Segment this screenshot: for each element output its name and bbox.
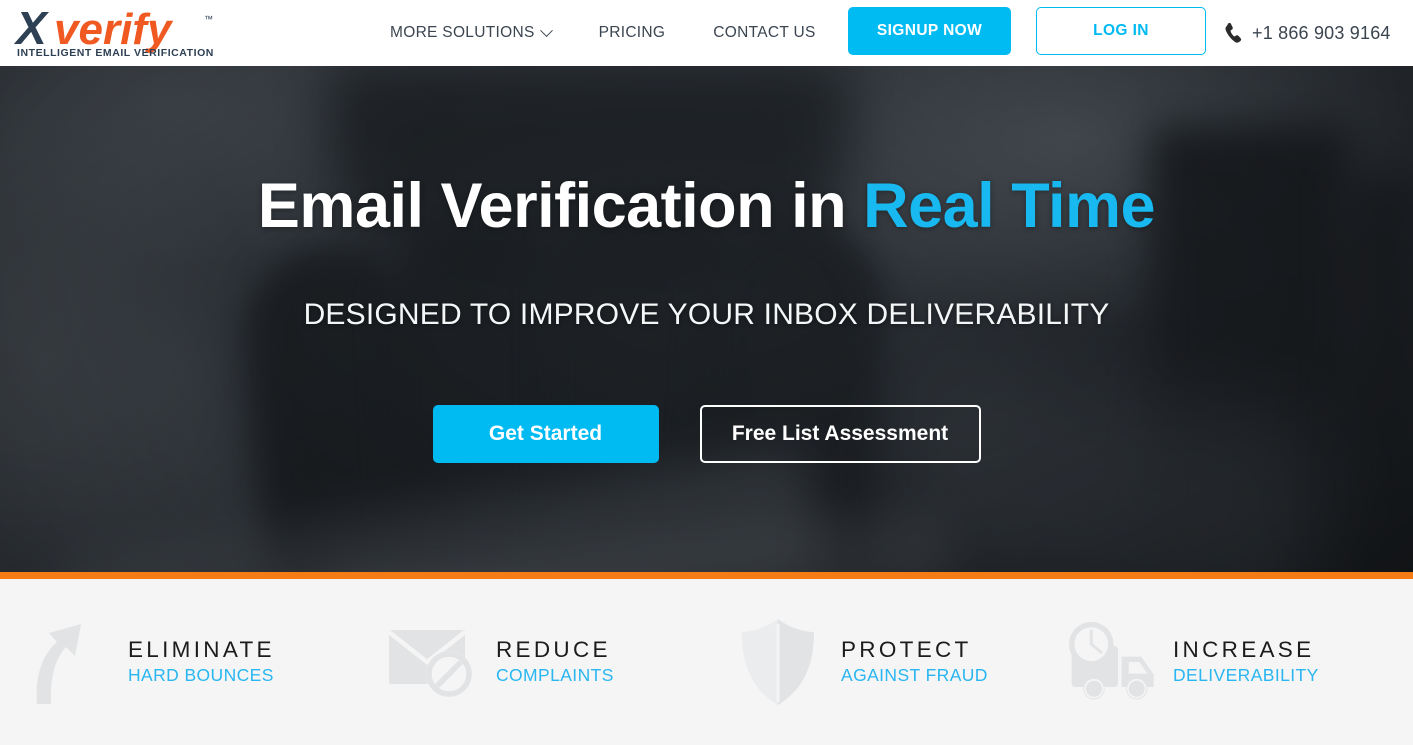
- feature-text: INCREASE DELIVERABILITY: [1173, 637, 1319, 686]
- feature-text: ELIMINATE HARD BOUNCES: [128, 637, 275, 686]
- free-list-assessment-button[interactable]: Free List Assessment: [699, 405, 981, 464]
- signup-now-button[interactable]: SIGNUP NOW: [848, 7, 1011, 55]
- feature-strip: ELIMINATE HARD BOUNCES REDUCE COMPLAINTS: [0, 579, 1413, 745]
- nav-item-more-solutions[interactable]: MORE SOLUTIONS: [390, 23, 553, 42]
- feature-title: REDUCE: [496, 637, 611, 663]
- hero-cta-group: Get Started Free List Assessment: [432, 405, 981, 464]
- feature-text: REDUCE COMPLAINTS: [496, 637, 614, 686]
- nav-item-pricing[interactable]: PRICING: [599, 24, 666, 42]
- site-header: X verify ™ INTELLIGENT EMAIL VERIFICATIO…: [0, 0, 1413, 66]
- feature-item-protect: PROTECT AGAINST FRAUD: [729, 614, 1061, 710]
- phone-number: +1 866 903 9164: [1252, 22, 1391, 43]
- main-nav: MORE SOLUTIONS PRICING CONTACT US: [390, 0, 816, 66]
- feature-title: INCREASE: [1173, 637, 1315, 663]
- xverify-logo: X verify ™ INTELLIGENT EMAIL VERIFICATIO…: [13, 4, 214, 59]
- feature-item-reduce: REDUCE COMPLAINTS: [384, 614, 729, 710]
- envelope-blocked-icon: [384, 614, 482, 710]
- orange-divider: [0, 572, 1413, 579]
- hero-title-accent: Real Time: [863, 171, 1156, 241]
- chevron-down-icon: [539, 23, 553, 37]
- nav-label-pricing: PRICING: [598, 24, 666, 41]
- log-in-button[interactable]: LOG IN: [1036, 7, 1206, 55]
- feature-title: PROTECT: [841, 637, 972, 663]
- nav-label-contact-us: CONTACT US: [713, 24, 816, 41]
- svg-text:INTELLIGENT EMAIL VERIFICATION: INTELLIGENT EMAIL VERIFICATION: [17, 47, 214, 59]
- feature-title: ELIMINATE: [128, 637, 275, 663]
- hero-title: Email Verification in Real Time: [257, 171, 1156, 241]
- nav-item-contact-us[interactable]: CONTACT US: [713, 24, 815, 42]
- get-started-button[interactable]: Get Started: [432, 405, 659, 464]
- phone-link[interactable]: +1 866 903 9164: [1224, 0, 1391, 66]
- hero-subtitle: DESIGNED TO IMPROVE YOUR INBOX DELIVERAB…: [303, 298, 1110, 332]
- logo-link[interactable]: X verify ™ INTELLIGENT EMAIL VERIFICATIO…: [12, 4, 242, 62]
- delivery-truck-clock-icon: [1061, 614, 1159, 710]
- phone-icon: [1225, 22, 1242, 43]
- hero-section: Email Verification in Real Time DESIGNED…: [0, 66, 1413, 572]
- hero-title-main: Email Verification in: [257, 171, 864, 241]
- shield-icon: [729, 614, 827, 710]
- upward-arrow-icon: [16, 614, 114, 710]
- feature-subtitle: DELIVERABILITY: [1173, 664, 1319, 685]
- nav-label-more-solutions: MORE SOLUTIONS: [390, 24, 535, 41]
- hero-content: Email Verification in Real Time DESIGNED…: [0, 66, 1413, 572]
- feature-subtitle: HARD BOUNCES: [128, 664, 274, 685]
- feature-item-eliminate: ELIMINATE HARD BOUNCES: [16, 614, 384, 710]
- feature-text: PROTECT AGAINST FRAUD: [841, 637, 988, 686]
- feature-item-increase: INCREASE DELIVERABILITY: [1061, 614, 1401, 710]
- feature-subtitle: COMPLAINTS: [496, 664, 614, 685]
- feature-subtitle: AGAINST FRAUD: [841, 664, 988, 685]
- svg-text:™: ™: [204, 14, 213, 24]
